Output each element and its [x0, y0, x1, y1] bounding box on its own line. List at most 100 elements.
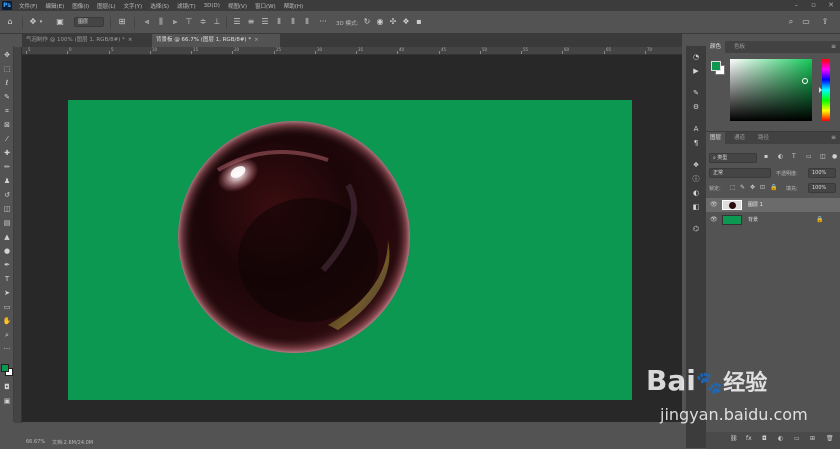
lock-all-icon[interactable]: 🔒 — [770, 184, 777, 191]
filter-smart-object-icon[interactable]: ◫ — [820, 153, 826, 160]
type-tool-icon[interactable]: T — [1, 274, 13, 285]
filter-type-icon[interactable]: T — [792, 153, 796, 160]
lock-position-icon[interactable]: ✥ — [750, 184, 755, 191]
tab-background-doc[interactable]: 背景板 @ 66.7% (图层 1, RGB/8#) * × — [152, 34, 280, 47]
layer-name[interactable]: 背景 — [748, 213, 758, 227]
new-group-icon[interactable]: ▭ — [794, 435, 800, 442]
hand-tool-icon[interactable]: ✋ — [1, 316, 13, 327]
menu-help[interactable]: 帮助(H) — [280, 2, 307, 10]
frame-tool-icon[interactable]: ⊠ — [1, 120, 13, 131]
distribute-middle-icon[interactable]: ≡ — [246, 17, 256, 27]
brush-tool-icon[interactable]: ✏ — [1, 162, 13, 173]
minimize-icon[interactable]: – — [795, 1, 799, 9]
adjustment-layer-icon[interactable]: ◐ — [778, 435, 783, 442]
adjustments-panel-icon[interactable]: ◐ — [690, 188, 702, 199]
tab-bubble-doc[interactable]: 气泡制作 @ 100% (图层 1, RGB/8#) * × — [22, 34, 150, 47]
layer-name[interactable]: 图层 1 — [748, 198, 763, 212]
character-panel-icon[interactable]: A — [690, 124, 702, 135]
foreground-color-swatch[interactable] — [711, 61, 721, 71]
auto-select-dropdown[interactable]: 图层 — [74, 17, 104, 27]
menu-type[interactable]: 文字(Y) — [120, 2, 147, 10]
panel-menu-icon[interactable]: ≡ — [831, 134, 836, 141]
fill-input[interactable]: 100% — [808, 183, 836, 193]
quick-select-tool-icon[interactable]: ✎ — [1, 92, 13, 103]
distribute-center-icon[interactable]: ⦀ — [288, 17, 298, 27]
history-panel-icon[interactable]: ◔ — [690, 52, 702, 63]
align-bottom-icon[interactable]: ⊥ — [212, 17, 222, 27]
move-tool-icon[interactable]: ✥ — [1, 50, 13, 61]
eyedropper-tool-icon[interactable]: ⁄ — [1, 134, 13, 145]
menu-select[interactable]: 选择(S) — [146, 2, 173, 10]
dodge-tool-icon[interactable]: ● — [1, 246, 13, 257]
workspace-icon[interactable]: ▭ — [801, 17, 811, 27]
crop-tool-icon[interactable]: ⌗ — [1, 106, 13, 117]
distribute-left-icon[interactable]: ⦀ — [274, 17, 284, 27]
menu-edit[interactable]: 编辑(E) — [41, 2, 68, 10]
tab-swatches[interactable]: 色板 — [730, 41, 749, 53]
filter-shape-icon[interactable]: ▭ — [806, 153, 812, 160]
3d-orbit-icon[interactable]: ↻ — [362, 17, 372, 27]
quick-mask-icon[interactable]: ◘ — [1, 382, 13, 393]
3d-roll-icon[interactable]: ◉ — [375, 17, 385, 27]
transform-controls-icon[interactable]: ⊞ — [116, 17, 128, 27]
screen-mode-icon[interactable]: ▣ — [1, 396, 13, 407]
distribute-bottom-icon[interactable]: ☰ — [260, 17, 270, 27]
layer-row-layer-1[interactable]: 👁 图层 1 — [706, 198, 840, 212]
hue-slider[interactable] — [822, 59, 830, 121]
search-icon[interactable]: ⌕ — [786, 17, 796, 27]
pen-tool-icon[interactable]: ✒ — [1, 260, 13, 271]
rectangle-tool-icon[interactable]: ▭ — [1, 302, 13, 313]
distribute-top-icon[interactable]: ☰ — [232, 17, 242, 27]
add-mask-icon[interactable]: ◘ — [762, 435, 767, 442]
layer-style-icon[interactable]: fx — [746, 435, 752, 442]
foreground-color-swatch[interactable] — [1, 364, 9, 372]
paragraph-panel-icon[interactable]: ¶ — [690, 138, 702, 149]
3d-panel-icon[interactable]: ⌬ — [690, 224, 702, 235]
history-brush-tool-icon[interactable]: ↺ — [1, 190, 13, 201]
tab-layers[interactable]: 图层 — [706, 132, 726, 144]
align-center-icon[interactable]: ⫼ — [156, 17, 166, 27]
align-left-icon[interactable]: ⫷ — [142, 17, 152, 27]
more-tools-icon[interactable]: ··· — [1, 344, 13, 355]
distribute-right-icon[interactable]: ⦀ — [302, 17, 312, 27]
lock-artboard-icon[interactable]: ⊡ — [760, 184, 765, 191]
menu-view[interactable]: 视图(V) — [224, 2, 251, 10]
more-options-icon[interactable]: ··· — [318, 17, 328, 27]
actions-panel-icon[interactable]: ▶ — [690, 66, 702, 77]
3d-pan-icon[interactable]: ✣ — [388, 17, 398, 27]
color-picker-field[interactable] — [730, 59, 812, 121]
zoom-level[interactable]: 66.67% — [26, 439, 45, 445]
path-select-tool-icon[interactable]: ➤ — [1, 288, 13, 299]
menu-3d[interactable]: 3D(D) — [200, 3, 224, 9]
maximize-icon[interactable]: ▫ — [811, 1, 816, 9]
brushes-panel-icon[interactable]: ⚙ — [690, 102, 702, 113]
share-icon[interactable]: ⇪ — [820, 17, 830, 27]
lasso-tool-icon[interactable]: ℓ — [1, 78, 13, 89]
filter-adjustment-icon[interactable]: ◐ — [778, 153, 783, 160]
menu-image[interactable]: 图像(I) — [68, 2, 93, 10]
libraries-panel-icon[interactable]: ❖ — [690, 160, 702, 171]
menu-file[interactable]: 文件(F) — [15, 2, 41, 10]
panel-menu-icon[interactable]: ≡ — [831, 43, 836, 50]
lock-image-icon[interactable]: ✎ — [740, 184, 745, 191]
healing-brush-tool-icon[interactable]: ✚ — [1, 148, 13, 159]
link-layers-icon[interactable]: ⛓ — [730, 435, 738, 442]
clone-stamp-tool-icon[interactable]: ♟ — [1, 176, 13, 187]
3d-scale-icon[interactable]: ▪ — [414, 17, 424, 27]
menu-layer[interactable]: 图层(L) — [93, 2, 119, 10]
align-middle-icon[interactable]: ≑ — [198, 17, 208, 27]
styles-panel-icon[interactable]: ◧ — [690, 202, 702, 213]
filter-toggle-icon[interactable]: ● — [832, 153, 837, 160]
align-top-icon[interactable]: ⊤ — [184, 17, 194, 27]
info-panel-icon[interactable]: ⓘ — [690, 174, 702, 185]
close-icon[interactable]: × — [254, 37, 259, 43]
new-layer-icon[interactable]: ⊞ — [810, 435, 815, 442]
opacity-input[interactable]: 100% — [808, 168, 836, 178]
document-canvas[interactable] — [68, 100, 632, 400]
align-right-icon[interactable]: ⫸ — [170, 17, 180, 27]
blur-tool-icon[interactable]: ▲ — [1, 232, 13, 243]
delete-layer-icon[interactable]: 🗑 — [826, 435, 834, 442]
marquee-tool-icon[interactable]: ⬚ — [1, 64, 13, 75]
layer-row-background[interactable]: 👁 背景 🔒 — [706, 213, 840, 227]
gradient-tool-icon[interactable]: ▤ — [1, 218, 13, 229]
